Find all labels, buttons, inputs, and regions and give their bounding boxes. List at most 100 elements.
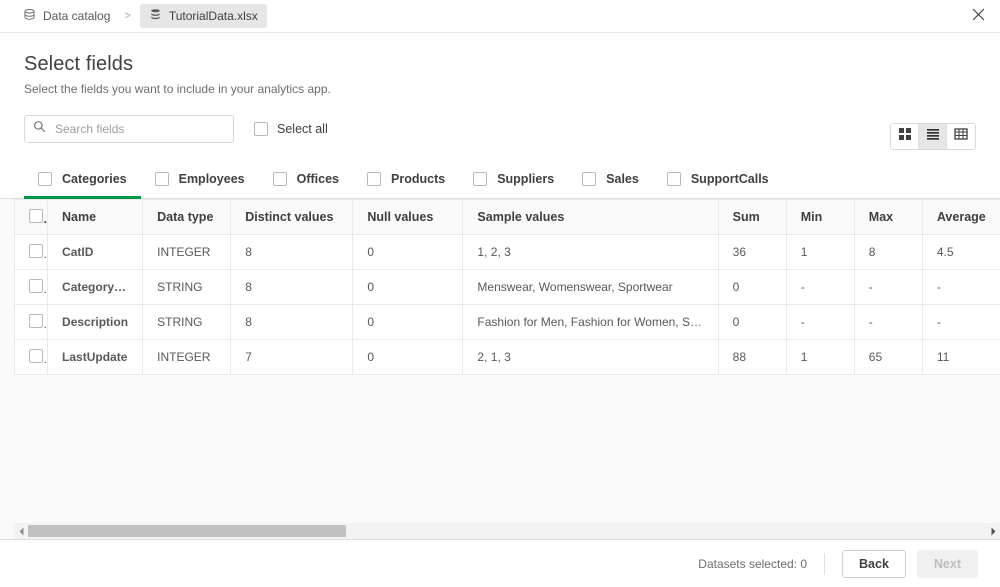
table-row[interactable]: Description STRING 8 0 Fashion for Men, …	[15, 305, 1000, 340]
view-toggle-group	[890, 123, 976, 150]
cell-sample-values: Menswear, Womenswear, Sportwear	[463, 270, 718, 305]
cell-null-values: 0	[353, 305, 463, 340]
database-icon	[23, 8, 36, 24]
fields-table-area: Name Data type Distinct values Null valu…	[0, 199, 1000, 539]
row-checkbox-cell[interactable]	[15, 270, 48, 305]
cell-max: -	[854, 270, 922, 305]
scrollbar-thumb[interactable]	[28, 525, 346, 537]
dialog-footer: Datasets selected: 0 Back Next	[0, 539, 1000, 587]
table-view-button[interactable]	[947, 124, 975, 149]
datasets-selected-count: Datasets selected: 0	[698, 553, 825, 575]
cell-name: CategoryName	[48, 270, 143, 305]
row-checkbox[interactable]	[29, 244, 43, 258]
row-checkbox-cell[interactable]	[15, 305, 48, 340]
page-title: Select fields	[24, 53, 976, 76]
tab-categories[interactable]: Categories	[24, 172, 141, 199]
column-header-name[interactable]: Name	[48, 200, 143, 235]
next-button: Next	[917, 550, 978, 578]
tab-checkbox-suppliers[interactable]	[473, 172, 487, 186]
column-header-min[interactable]: Min	[786, 200, 854, 235]
tab-checkbox-offices[interactable]	[273, 172, 287, 186]
page-heading: Select fields Select the fields you want…	[0, 33, 1000, 96]
cell-min: 1	[786, 340, 854, 375]
row-checkbox[interactable]	[29, 279, 43, 293]
cell-name: LastUpdate	[48, 340, 143, 375]
row-checkbox-cell[interactable]	[15, 235, 48, 270]
fields-table: Name Data type Distinct values Null valu…	[14, 199, 1000, 375]
breadcrumb-root-label: Data catalog	[43, 9, 110, 23]
tab-offices[interactable]: Offices	[259, 172, 353, 199]
table-row[interactable]: LastUpdate INTEGER 7 0 2, 1, 3 88 1 65 1…	[15, 340, 1000, 375]
cell-average: -	[922, 305, 1000, 340]
table-view-icon	[954, 127, 968, 146]
tab-checkbox-supportcalls[interactable]	[667, 172, 681, 186]
row-checkbox-cell[interactable]	[15, 340, 48, 375]
close-button[interactable]	[964, 3, 992, 31]
tab-label-employees: Employees	[179, 172, 245, 186]
select-all-checkbox[interactable]	[254, 122, 268, 136]
search-icon	[33, 120, 46, 138]
column-header-sum[interactable]: Sum	[718, 200, 786, 235]
tab-checkbox-categories[interactable]	[38, 172, 52, 186]
cell-distinct-values: 8	[231, 270, 353, 305]
column-header-null-values[interactable]: Null values	[353, 200, 463, 235]
cell-min: 1	[786, 235, 854, 270]
tab-checkbox-employees[interactable]	[155, 172, 169, 186]
tab-suppliers[interactable]: Suppliers	[459, 172, 568, 199]
grid-view-button[interactable]	[891, 124, 919, 149]
scroll-right-arrow-icon[interactable]	[986, 523, 1000, 539]
back-button[interactable]: Back	[842, 550, 906, 578]
tab-label-sales: Sales	[606, 172, 639, 186]
table-row[interactable]: CategoryName STRING 8 0 Menswear, Womens…	[15, 270, 1000, 305]
file-database-icon	[149, 8, 162, 24]
top-bar: Data catalog > TutorialData.xlsx	[0, 0, 1000, 33]
tab-products[interactable]: Products	[353, 172, 459, 199]
breadcrumb-data-catalog[interactable]: Data catalog	[18, 5, 115, 27]
cell-sum: 0	[718, 270, 786, 305]
select-all-control[interactable]: Select all	[254, 122, 328, 136]
tab-employees[interactable]: Employees	[141, 172, 259, 199]
cell-sum: 88	[718, 340, 786, 375]
page-subtitle: Select the fields you want to include in…	[24, 82, 976, 96]
cell-null-values: 0	[353, 340, 463, 375]
search-input[interactable]	[53, 116, 225, 142]
cell-name: Description	[48, 305, 143, 340]
scrollbar-track[interactable]	[28, 523, 986, 539]
tab-label-suppliers: Suppliers	[497, 172, 554, 186]
header-select-all-cell[interactable]	[15, 200, 48, 235]
row-checkbox[interactable]	[29, 349, 43, 363]
cell-name: CatID	[48, 235, 143, 270]
tab-checkbox-sales[interactable]	[582, 172, 596, 186]
cell-average: -	[922, 270, 1000, 305]
search-field[interactable]	[24, 115, 234, 143]
table-select-all-checkbox[interactable]	[29, 209, 43, 223]
column-header-data-type[interactable]: Data type	[143, 200, 231, 235]
cell-sample-values: Fashion for Men, Fashion for Women, Spor…	[463, 305, 718, 340]
cell-distinct-values: 8	[231, 235, 353, 270]
list-view-button[interactable]	[919, 124, 947, 149]
breadcrumb-current-label: TutorialData.xlsx	[169, 9, 258, 23]
grid-view-icon	[898, 127, 912, 146]
scroll-left-arrow-icon[interactable]	[14, 523, 28, 539]
tab-checkbox-products[interactable]	[367, 172, 381, 186]
select-all-label: Select all	[277, 122, 328, 136]
cell-average: 4.5	[922, 235, 1000, 270]
table-row[interactable]: CatID INTEGER 8 0 1, 2, 3 36 1 8 4.5	[15, 235, 1000, 270]
list-view-icon	[926, 127, 940, 146]
horizontal-scrollbar[interactable]	[14, 523, 1000, 539]
column-header-distinct-values[interactable]: Distinct values	[231, 200, 353, 235]
tab-supportcalls[interactable]: SupportCalls	[653, 172, 783, 199]
column-header-max[interactable]: Max	[854, 200, 922, 235]
cell-max: 8	[854, 235, 922, 270]
cell-distinct-values: 8	[231, 305, 353, 340]
cell-data-type: INTEGER	[143, 235, 231, 270]
row-checkbox[interactable]	[29, 314, 43, 328]
tab-sales[interactable]: Sales	[568, 172, 653, 199]
cell-min: -	[786, 270, 854, 305]
breadcrumb-current-file[interactable]: TutorialData.xlsx	[140, 4, 267, 28]
table-header-row: Name Data type Distinct values Null valu…	[15, 200, 1000, 235]
cell-sample-values: 1, 2, 3	[463, 235, 718, 270]
cell-sample-values: 2, 1, 3	[463, 340, 718, 375]
column-header-sample-values[interactable]: Sample values	[463, 200, 718, 235]
column-header-average[interactable]: Average	[922, 200, 1000, 235]
